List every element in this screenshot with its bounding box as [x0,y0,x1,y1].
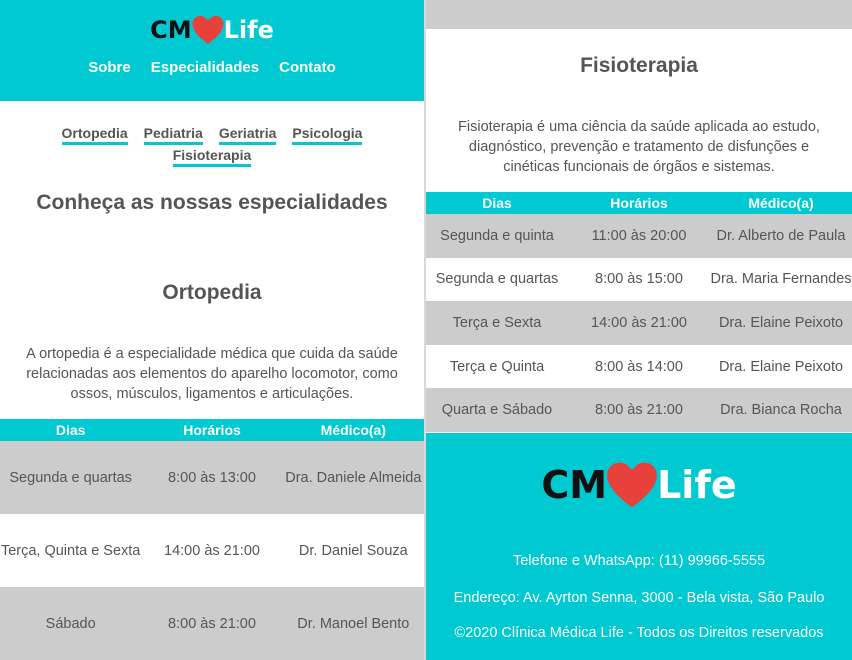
cell-dias: Terça e Sexta [452,314,542,331]
table-header-row: Dias Horários Médico(a) [0,419,424,441]
cell-horarios: 8:00 às 14:00 [595,358,683,375]
logo-life-text: Life [223,16,274,44]
table-row: Terça, Quinta e Sexta 14:00 às 21:00 Dr.… [0,514,424,587]
footer-address: Endereço: Av. Ayrton Senna, 3000 - Bela … [453,590,825,606]
table-row: Sábado 8:00 às 21:00 Dr. Manoel Bento [0,587,424,660]
cell-horarios: 8:00 às 21:00 [595,402,683,419]
link-ortopedia[interactable]: Ortopedia [61,125,128,145]
logo-cm-text: CM [150,16,192,44]
link-geriatria[interactable]: Geriatria [218,125,277,145]
cell-dias: Sábado [45,615,96,632]
cell-dias: Segunda e quartas [9,469,132,486]
cell-dias: Segunda e quartas [435,271,559,288]
nav-sobre[interactable]: Sobre [88,59,131,76]
site-footer: CM Life Telefone e WhatsApp: (11) 99966-… [426,433,852,660]
cell-dias: Terça, Quinta e Sexta [0,542,141,559]
logo[interactable]: CM Life [0,0,424,46]
cell-medico: Dra. Bianca Rocha [720,402,842,419]
main-nav: Sobre Especialidades Contato [0,59,424,76]
ortopedia-schedule-table: Dias Horários Médico(a) Segunda e quarta… [0,419,424,660]
logo-life-text: Life [657,463,737,507]
table-row: Terça e Quinta 8:00 às 14:00 Dra. Elaine… [426,344,852,389]
table-row: Quarta e Sábado 8:00 às 21:00 Dra. Bianc… [426,388,852,432]
table-row: Segunda e quartas 8:00 às 15:00 Dra. Mar… [426,257,852,302]
specialty-links: Ortopedia Pediatria Geriatria Psicologia Fis… [0,101,424,167]
link-psicologia[interactable]: Psicologia [292,125,363,145]
link-pediatria[interactable]: Pediatria [143,125,203,145]
footer-logo[interactable]: CM Life [426,457,852,513]
cell-medico: Dr. Alberto de Paula [716,227,846,244]
fisioterapia-description: Fisioterapia é uma ciência da saúde apli… [458,119,820,175]
cell-dias: Segunda e quinta [440,227,554,244]
cell-horarios: 11:00 às 20:00 [591,227,687,244]
table-row: Terça e Sexta 14:00 às 21:00 Dra. Elaine… [426,301,852,345]
header-horarios: Horários [610,195,668,211]
cell-medico: Dra. Elaine Peixoto [718,358,844,375]
cell-medico: Dr. Manoel Bento [297,615,410,632]
cell-horarios: 8:00 às 13:00 [168,469,256,486]
heart-icon [192,16,224,44]
cell-medico: Dra. Elaine Peixoto [718,314,844,331]
fisioterapia-schedule-table: Dias Horários Médico(a) Segunda e quinta… [426,192,852,432]
heart-icon [607,462,657,508]
footer-phone: Telefone e WhatsApp: (11) 99966-5555 [512,553,766,569]
nav-especialidades[interactable]: Especialidades [151,59,259,76]
cell-horarios: 8:00 às 15:00 [595,271,683,288]
nav-contato[interactable]: Contato [279,59,336,76]
header-horarios: Horários [183,422,241,438]
cell-dias: Quarta e Sábado [441,402,553,419]
cell-dias: Terça e Quinta [449,358,545,375]
cell-medico: Dr. Daniel Souza [298,542,408,559]
right-page-view: Fisioterapia Fisioterapia é uma ciência … [426,0,852,660]
cell-horarios: 14:00 às 21:00 [591,314,687,331]
header-medico: Médico(a) [320,422,386,438]
table-row: Segunda e quinta 11:00 às 20:00 Dr. Albe… [426,214,852,258]
cell-horarios: 14:00 às 21:00 [164,542,260,559]
link-fisioterapia[interactable]: Fisioterapia [172,147,252,167]
cell-horarios: 8:00 às 21:00 [168,615,256,632]
header-dias: Dias [482,195,512,211]
header-medico: Médico(a) [748,195,814,211]
logo-cm-text: CM [541,463,608,507]
site-header: CM Life Sobre Especialidades Contato [0,0,424,101]
top-gray-bar [426,0,852,29]
cell-medico: Dra. Maria Fernandes [710,271,852,288]
cell-medico: Dra. Daniele Almeida [285,469,422,486]
fisioterapia-title: Fisioterapia [580,54,698,77]
page-title: Conheça as nossas especialidades [36,191,388,214]
ortopedia-description: A ortopedia é a especialidade médica que… [26,346,398,402]
table-header-row: Dias Horários Médico(a) [426,192,852,214]
table-row: Segunda e quartas 8:00 às 13:00 Dra. Dan… [0,441,424,514]
header-dias: Dias [55,422,86,438]
footer-copyright: ©2020 Clínica Médica Life - Todos os Dir… [454,625,824,641]
ortopedia-title: Ortopedia [162,281,262,304]
left-page-view: CM Life Sobre Especialidades Contato Ort… [0,0,424,660]
